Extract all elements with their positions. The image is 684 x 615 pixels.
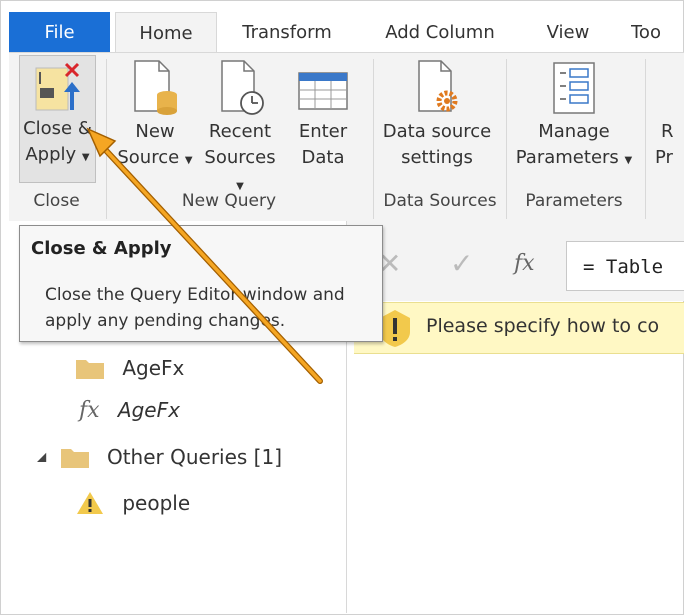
settings-doc-icon [418, 60, 458, 112]
tab-view[interactable]: View [536, 12, 600, 52]
close-apply-line2: Apply ▼ [25, 144, 90, 165]
warning-icon [380, 310, 410, 347]
ribbon: Close & Apply ▼ New Source ▼ Recent Sour… [9, 52, 684, 222]
new-source-line1: New [135, 121, 175, 142]
query-item-people[interactable]: people [76, 489, 190, 515]
function-icon: fx [79, 398, 100, 423]
tab-home[interactable]: Home [115, 12, 217, 53]
chevron-down-icon: ▼ [624, 155, 633, 166]
query-item-agefx-function[interactable]: fx AgeFx [79, 398, 180, 423]
manage-parameters-line1: Manage [538, 121, 610, 142]
data-source-settings-line1: Data source [382, 121, 492, 142]
menu-tabs: File Home Transform Add Column View Too [9, 12, 684, 53]
warning-text: Please specify how to co [426, 315, 660, 337]
data-source-settings-line2: settings [401, 147, 473, 168]
data-source-settings-button[interactable]: Data source settings [381, 55, 493, 171]
group-label-new-query: New Query [181, 191, 277, 211]
query-item-label: AgeFx [122, 355, 185, 380]
chevron-down-icon: ▼ [184, 155, 193, 166]
tab-file[interactable]: File [9, 12, 110, 52]
new-source-icon [134, 60, 177, 115]
tooltip-line: apply any pending changes. [45, 311, 286, 331]
tab-add-column[interactable]: Add Column [374, 12, 506, 52]
enter-data-line2: Data [301, 147, 345, 168]
tab-transform[interactable]: Transform [231, 12, 343, 52]
recent-sources-line1: Recent [208, 121, 272, 142]
recent-sources-button[interactable]: Recent Sources ▼ [198, 55, 282, 200]
parameters-icon [553, 62, 595, 114]
formula-input[interactable]: = Table [566, 241, 684, 291]
folder-icon [60, 448, 89, 468]
group-label-data-sources: Data Sources [383, 191, 497, 211]
group-label-close: Close [33, 191, 80, 211]
new-source-button[interactable]: New Source ▼ [117, 55, 193, 174]
query-group-other-queries[interactable]: ◢ Other Queries [1] [37, 443, 282, 469]
fx-icon[interactable]: fx [514, 251, 535, 276]
refresh-preview-line1: R [661, 121, 674, 142]
refresh-preview-button[interactable]: R Pr [651, 119, 684, 171]
tooltip-title: Close & Apply [31, 238, 172, 259]
table-icon [298, 72, 348, 110]
query-item-agefx-folder[interactable]: AgeFx [76, 354, 184, 380]
close-apply-line1: Close & [23, 118, 92, 139]
group-separator [506, 59, 507, 219]
chevron-down-icon: ▼ [81, 152, 90, 163]
check-icon[interactable]: ✓ [450, 247, 473, 280]
manage-parameters-line2: Parameters ▼ [515, 147, 633, 168]
close-apply-tooltip: Close & Apply Close the Query Editor win… [19, 225, 383, 342]
close-apply-button[interactable]: Close & Apply ▼ [19, 55, 96, 183]
manage-parameters-button[interactable]: Manage Parameters ▼ [513, 55, 635, 174]
enter-data-line1: Enter [298, 121, 348, 142]
refresh-preview-line2: Pr [655, 147, 673, 168]
tab-tools[interactable]: Too [631, 12, 684, 52]
query-group-label: Other Queries [1] [106, 444, 283, 469]
collapse-triangle-icon: ◢ [37, 449, 47, 464]
folder-icon [76, 359, 104, 379]
recent-sources-icon [221, 60, 264, 115]
group-label-parameters: Parameters [525, 191, 623, 211]
formula-bar: ✕ ✓ fx = Table [346, 221, 684, 301]
tooltip-line: Close the Query Editor window and [45, 285, 345, 305]
close-apply-icon [35, 62, 80, 111]
enter-data-button[interactable]: Enter Data [291, 55, 355, 171]
group-separator [106, 59, 107, 219]
warning-bar: Please specify how to co [354, 302, 684, 354]
query-item-label: AgeFx [117, 398, 180, 422]
group-separator [373, 59, 374, 219]
tooltip-body: Close the Query Editor window and apply … [45, 282, 345, 334]
new-source-line2: Source ▼ [117, 147, 193, 168]
warning-icon [77, 491, 103, 514]
query-item-label: people [122, 490, 191, 515]
group-separator [645, 59, 646, 219]
